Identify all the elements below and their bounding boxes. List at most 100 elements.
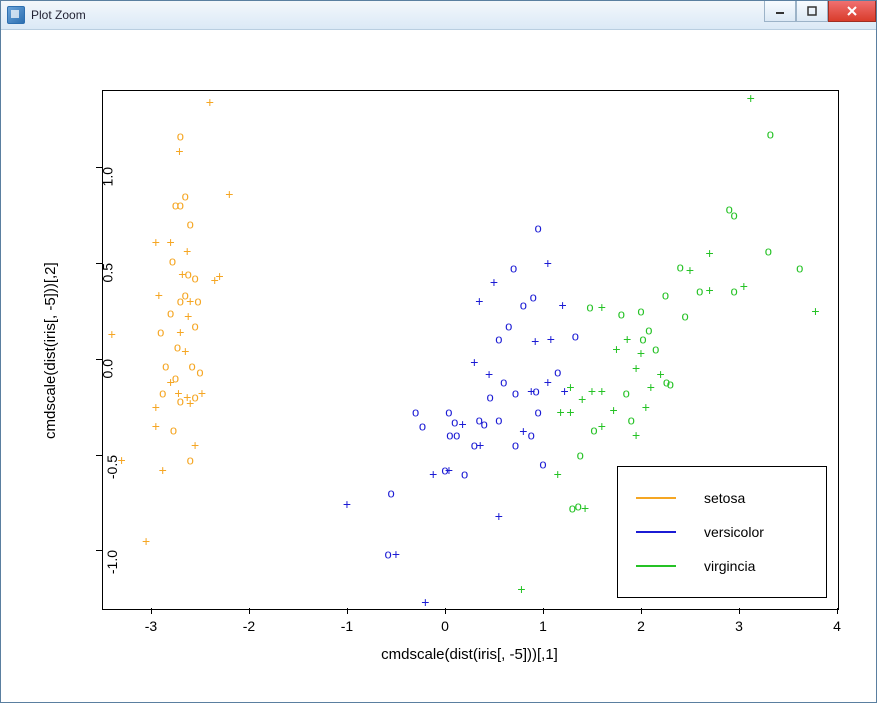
data-point: + xyxy=(811,304,819,318)
data-point: o xyxy=(520,298,527,311)
y-tick xyxy=(96,550,102,551)
legend-label: virgincia xyxy=(704,558,755,574)
app-window: Plot Zoom -3-2-101234-1.0-0.50.00.51.0cm… xyxy=(0,0,877,703)
y-tick-label: -1.0 xyxy=(104,550,120,574)
data-point: + xyxy=(175,144,183,158)
data-point: + xyxy=(178,267,186,281)
data-point: o xyxy=(652,343,659,356)
x-tick xyxy=(347,608,348,614)
data-point: o xyxy=(481,417,488,430)
data-point: o xyxy=(533,385,540,398)
data-point: o xyxy=(191,319,198,332)
data-point: o xyxy=(169,254,176,267)
data-point: + xyxy=(152,235,160,249)
data-point: o xyxy=(637,304,644,317)
plot-area: -3-2-101234-1.0-0.50.00.51.0cmdscale(dis… xyxy=(2,30,875,701)
data-point: + xyxy=(392,547,400,561)
data-point: o xyxy=(441,463,448,476)
data-point: + xyxy=(578,392,586,406)
data-point: + xyxy=(581,501,589,515)
data-point: o xyxy=(419,419,426,432)
y-axis-title: cmdscale(dist(iris[, -5]))[,2] xyxy=(42,262,59,439)
data-point: + xyxy=(612,342,620,356)
data-point: o xyxy=(639,333,646,346)
data-point: + xyxy=(108,327,116,341)
window-controls xyxy=(764,1,876,21)
data-point: + xyxy=(118,453,126,467)
data-point: + xyxy=(421,595,429,609)
data-point: + xyxy=(186,294,194,308)
data-point: + xyxy=(566,380,574,394)
data-point: o xyxy=(577,448,584,461)
data-point: o xyxy=(730,208,737,221)
data-point: o xyxy=(572,329,579,342)
data-point: o xyxy=(534,222,541,235)
data-point: + xyxy=(706,283,714,297)
close-button[interactable] xyxy=(828,1,876,22)
data-point: o xyxy=(586,300,593,313)
x-tick xyxy=(641,608,642,614)
minimize-icon xyxy=(775,6,785,16)
data-point: o xyxy=(412,406,419,419)
app-icon xyxy=(7,6,25,24)
data-point: o xyxy=(500,375,507,388)
data-point: o xyxy=(696,285,703,298)
data-point: + xyxy=(167,235,175,249)
data-point: + xyxy=(557,405,565,419)
data-point: + xyxy=(211,273,219,287)
x-tick-label: 4 xyxy=(833,618,841,634)
data-point: + xyxy=(632,361,640,375)
y-tick xyxy=(96,455,102,456)
y-tick-label: 0.0 xyxy=(99,359,115,378)
maximize-button[interactable] xyxy=(796,1,828,22)
titlebar[interactable]: Plot Zoom xyxy=(1,1,876,30)
close-icon xyxy=(846,5,858,17)
data-point: o xyxy=(534,406,541,419)
data-point: o xyxy=(495,413,502,426)
x-tick xyxy=(249,608,250,614)
data-point: + xyxy=(554,467,562,481)
data-point: + xyxy=(495,509,503,523)
data-point: + xyxy=(183,244,191,258)
data-point: + xyxy=(544,256,552,270)
data-point: o xyxy=(159,387,166,400)
data-point: o xyxy=(187,454,194,467)
minimize-button[interactable] xyxy=(764,1,796,22)
data-point: o xyxy=(767,128,774,141)
data-point: + xyxy=(637,346,645,360)
x-tick xyxy=(739,608,740,614)
data-point: o xyxy=(177,295,184,308)
data-point: + xyxy=(159,463,167,477)
window-title: Plot Zoom xyxy=(31,8,86,22)
data-point: o xyxy=(765,245,772,258)
data-point: + xyxy=(343,497,351,511)
x-tick-label: 2 xyxy=(637,618,645,634)
data-point: + xyxy=(485,367,493,381)
data-point: + xyxy=(623,332,631,346)
data-point: + xyxy=(475,294,483,308)
data-point: o xyxy=(170,423,177,436)
legend-swatch xyxy=(636,531,676,533)
legend-row: setosa xyxy=(636,483,808,513)
data-point: + xyxy=(152,400,160,414)
data-point: + xyxy=(598,384,606,398)
data-point: + xyxy=(490,275,498,289)
data-point: o xyxy=(796,262,803,275)
data-point: + xyxy=(517,582,525,596)
data-point: o xyxy=(174,341,181,354)
legend-label: versicolor xyxy=(704,524,764,540)
y-tick-label: 1.0 xyxy=(99,167,115,186)
data-point: + xyxy=(519,424,527,438)
data-point: o xyxy=(528,429,535,442)
data-point: + xyxy=(142,534,150,548)
data-point: + xyxy=(544,375,552,389)
data-point: o xyxy=(530,291,537,304)
data-point: + xyxy=(598,419,606,433)
data-point: + xyxy=(152,419,160,433)
data-point: o xyxy=(495,333,502,346)
data-point: + xyxy=(470,355,478,369)
data-point: o xyxy=(730,285,737,298)
data-point: + xyxy=(186,396,194,410)
data-point: + xyxy=(181,344,189,358)
data-point: + xyxy=(740,279,748,293)
